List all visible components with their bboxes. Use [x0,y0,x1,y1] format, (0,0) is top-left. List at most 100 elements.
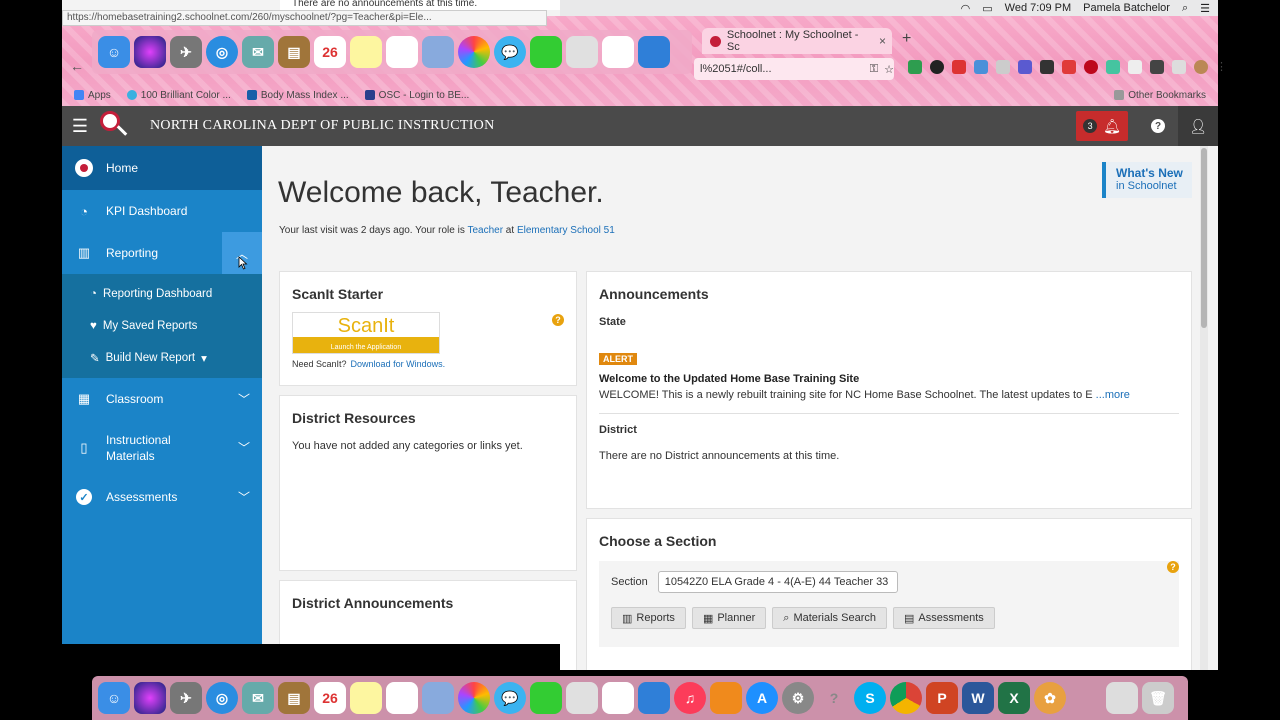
chevron-down-icon[interactable]: ﹀ [238,489,250,506]
powerpoint-icon[interactable]: P [926,682,958,714]
mail-icon[interactable]: ✉ [242,36,274,68]
maps-icon[interactable] [422,682,454,714]
finder-icon[interactable]: ☺ [98,36,130,68]
launchpad-icon[interactable]: ✈ [170,36,202,68]
drive-icon[interactable] [908,60,922,74]
notifications-button[interactable]: 3 🔔︎ [1076,111,1128,141]
assessments-button[interactable]: ▤ Assessments [892,607,995,629]
textedit-icon[interactable] [566,36,598,68]
key-icon[interactable]: ⚿ [870,63,878,76]
extension-g-icon[interactable] [1172,60,1186,74]
scrollbar-thumb[interactable] [1201,148,1207,328]
keynote-icon[interactable] [638,682,670,714]
battery-icon[interactable]: ▭ [982,2,992,15]
extension-blue-icon[interactable] [974,60,988,74]
school-link[interactable]: Elementary School 51 [517,225,615,236]
address-bar[interactable]: l%2051#/coll... ⚿ ☆ [694,58,894,80]
help-button[interactable]: ? [1138,106,1178,146]
bookmark-brilliant-color[interactable]: 100 Brilliant Color ... [126,90,231,101]
download-windows-link[interactable]: Download for Windows. [351,359,446,369]
clock[interactable]: Wed 7:09 PM [1005,2,1071,14]
facetime-icon[interactable] [530,36,562,68]
sidebar-item-instructional-materials[interactable]: ▯ Instructional Materials ﹀ [62,420,262,476]
extension-target-icon[interactable] [1062,60,1076,74]
chrome-menu-icon[interactable]: ⋮ [1216,60,1227,74]
messages-icon[interactable]: 💬 [494,682,526,714]
planner-button[interactable]: ▦ Planner [691,607,767,629]
extension-dark-icon[interactable] [930,60,944,74]
sidebar-item-classroom[interactable]: ▦ Classroom ﹀ [62,378,262,420]
unknown-app-icon[interactable]: ? [818,682,850,714]
new-tab-button[interactable]: + [902,30,911,48]
extension-black-icon[interactable] [1040,60,1054,74]
scanit-launch-button[interactable]: ScanIt Launch the Application [292,312,440,354]
pinterest-icon[interactable] [1084,60,1098,74]
notes-icon[interactable] [350,36,382,68]
itunes-icon[interactable]: ♫ [674,682,706,714]
calendar-icon[interactable]: 26 [314,36,346,68]
hamburger-menu-icon[interactable]: ☰ [62,116,98,137]
textedit-icon[interactable] [566,682,598,714]
star-icon[interactable]: ☆ [884,63,894,76]
whats-new-link[interactable]: What's New in Schoolnet [1102,162,1192,198]
wifi-icon[interactable]: ◠ [961,2,971,15]
section-select[interactable]: 10542Z0 ELA Grade 4 - 4(A-E) 44 Teacher … [657,571,898,593]
flower-app-icon[interactable]: ✿ [1034,682,1066,714]
siri-icon[interactable] [134,36,166,68]
subitem-reporting-dashboard[interactable]: ◔ Reporting Dashboard [62,278,262,310]
schoolnet-logo-icon[interactable] [98,111,128,141]
browser-tab[interactable]: Schoolnet : My Schoolnet - Sc × [702,28,892,54]
notes-icon[interactable] [350,682,382,714]
skype-icon[interactable]: S [854,682,886,714]
system-preferences-icon[interactable]: ⚙ [782,682,814,714]
contacts-icon[interactable]: ▤ [278,36,310,68]
launchpad-icon[interactable]: ✈ [170,682,202,714]
main-scrollbar[interactable] [1200,146,1208,670]
profile-avatar-icon[interactable] [1194,60,1208,74]
sidebar-item-reporting[interactable]: ▥ Reporting ︿ [62,232,262,274]
reports-button[interactable]: ▥ Reports [611,607,686,629]
user-menu-button[interactable]: 👤︎ [1178,106,1218,146]
bookmark-other[interactable]: Other Bookmarks [1114,90,1206,101]
safari-icon[interactable]: ◎ [206,36,238,68]
siri-icon[interactable] [134,682,166,714]
subitem-my-saved-reports[interactable]: ♥ My Saved Reports [62,310,262,342]
tab-close-icon[interactable]: × [879,34,886,48]
extension-teal-icon[interactable] [1106,60,1120,74]
subitem-build-new-report[interactable]: ✎ Build New Report ▾ [62,342,262,374]
help-question-icon[interactable]: ? [1167,561,1179,573]
ibooks-icon[interactable] [710,682,742,714]
facetime-icon[interactable] [530,682,562,714]
extension-purple-icon[interactable] [1018,60,1032,74]
reminders-icon[interactable] [386,682,418,714]
keynote-icon[interactable] [638,36,670,68]
materials-search-button[interactable]: ⌕ Materials Search [772,607,887,629]
numbers-icon[interactable] [602,682,634,714]
sidebar-item-assessments[interactable]: ✓ Assessments ﹀ [62,476,262,518]
trash-icon[interactable]: 🗑︎ [1142,682,1174,714]
bookmark-body-mass-index[interactable]: Body Mass Index ... [246,90,349,101]
calendar-icon[interactable]: 26 [314,682,346,714]
reminders-icon[interactable] [386,36,418,68]
safari-icon[interactable]: ◎ [206,682,238,714]
excel-icon[interactable]: X [998,682,1030,714]
chevron-down-icon[interactable]: ﹀ [238,440,250,456]
back-arrow-icon[interactable]: ← [70,58,84,74]
downloads-icon[interactable] [1106,682,1138,714]
photos-icon[interactable] [458,682,490,714]
photos-icon[interactable] [458,36,490,68]
sidebar-item-home[interactable]: Home [62,146,262,190]
word-icon[interactable]: W [962,682,994,714]
extension-gray-icon[interactable] [996,60,1010,74]
chevron-down-icon[interactable]: ﹀ [238,391,250,408]
sidebar-item-kpi-dashboard[interactable]: ◔ KPI Dashboard [62,190,262,232]
role-link[interactable]: Teacher [467,225,503,236]
user-name[interactable]: Pamela Batchelor [1083,2,1170,14]
maps-icon[interactable] [422,36,454,68]
numbers-icon[interactable] [602,36,634,68]
chrome-icon[interactable] [890,682,922,714]
extension-white-icon[interactable] [1128,60,1142,74]
messages-icon[interactable]: 💬 [494,36,526,68]
menu-list-icon[interactable]: ☰ [1200,2,1210,15]
bookmark-osc-login[interactable]: OSC - Login to BE... [364,90,469,101]
